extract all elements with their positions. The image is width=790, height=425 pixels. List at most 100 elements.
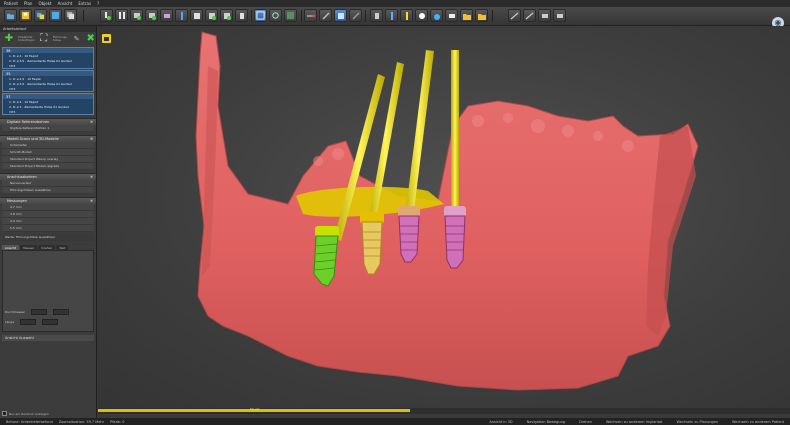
sound-icon[interactable] <box>385 9 398 22</box>
nerve-icon[interactable] <box>205 9 218 22</box>
plan-row[interactable]: Y.P.5 <box>3 86 93 91</box>
sleeve-tool-icon[interactable]: ⛶ <box>39 34 49 44</box>
zoom-icon[interactable] <box>319 9 332 22</box>
section-measurements[interactable]: Messungen ✖ <box>0 197 96 204</box>
status-switch-implant[interactable]: Wechseln zu anderem Implantat <box>606 420 663 424</box>
length-field-2[interactable] <box>42 319 59 325</box>
measure-icon[interactable] <box>370 9 383 22</box>
plan-row[interactable]: Y.P.5 <box>3 109 93 114</box>
menu-plan[interactable]: Plan <box>24 1 33 6</box>
diameter-field[interactable] <box>30 309 47 315</box>
copy-icon[interactable] <box>64 9 77 22</box>
menu-help[interactable]: ? <box>97 1 99 6</box>
list-item[interactable]: Nervenverlauf <box>2 180 94 187</box>
length-row: Länge <box>5 319 59 325</box>
pan-icon[interactable] <box>334 9 347 22</box>
bubble-icon[interactable] <box>415 9 428 22</box>
status-switch-plan[interactable]: Wechseln zu Planungen <box>677 420 718 424</box>
3d-viewport[interactable] <box>98 26 790 408</box>
plan-36[interactable]: 36 1. R: ø 4 · 10 Faqist 2. R: ø 3,5 · Z… <box>2 47 94 69</box>
pointer-icon[interactable] <box>304 9 317 22</box>
status-switch-patient[interactable]: Wechseln zu anderem Patient <box>732 420 784 424</box>
status-finding: Befund: Unterkieferbefund <box>6 419 53 424</box>
snapshot-icon[interactable] <box>400 9 413 22</box>
list-item[interactable]: Führungshülsen auswählen <box>2 187 94 194</box>
implant-pink-2[interactable] <box>444 206 466 269</box>
list-item[interactable]: Standard Project Waxup overlay <box>2 156 94 163</box>
list-item[interactable]: 5,5 mm <box>2 225 94 232</box>
menu-object[interactable]: Objekt <box>38 1 51 6</box>
sleeve-icon[interactable] <box>130 9 143 22</box>
bone-icon[interactable] <box>175 9 188 22</box>
section-models[interactable]: Modell-Scans und 3D-Modelle ✖ <box>0 135 96 142</box>
length-field[interactable] <box>20 319 37 325</box>
save-icon[interactable] <box>19 9 32 22</box>
plan-37[interactable]: 37 1. R: ø 4 · 10 Faqist 2. R: ø 3 · Zem… <box>2 93 94 115</box>
main-toolbar: ◉ <box>0 7 790 29</box>
edit-icon[interactable]: ✎ <box>72 34 82 44</box>
section-reference[interactable]: Digitale Referenzbohren ✖ <box>0 118 96 125</box>
bottom-options: Nur am Zentrum anzeigen <box>2 411 49 416</box>
status-navigation: Navigation Bewegung <box>526 419 566 424</box>
anchor-pin-icon[interactable] <box>145 9 158 22</box>
reload-icon[interactable] <box>34 9 47 22</box>
list-item[interactable]: Unterkiefer <box>2 142 94 149</box>
tool-row: ✚ Implantat hinzufügen ⛶ Führungs-hülse ✎… <box>4 33 96 44</box>
implant-list-icon[interactable] <box>115 9 128 22</box>
drop-icon[interactable] <box>430 9 443 22</box>
rotate-icon[interactable] <box>349 9 362 22</box>
diameter-row: Durchmesser <box>5 309 69 315</box>
implant-pink-1[interactable] <box>398 206 420 263</box>
add-icon[interactable]: ✚ <box>4 34 14 44</box>
guide-pin-4[interactable] <box>451 50 459 232</box>
menu-view[interactable]: Ansicht <box>58 1 73 6</box>
ruler-icon[interactable] <box>523 9 536 22</box>
status-paths: Pfade: 0 <box>110 419 125 424</box>
list-item[interactable]: Schnitt-Modell <box>2 149 94 156</box>
close-icon[interactable]: ✖ <box>90 199 93 203</box>
jaw-model-canvas[interactable] <box>98 26 790 408</box>
slice-icon[interactable] <box>220 9 233 22</box>
tooth-icon[interactable] <box>102 34 111 43</box>
plan-row[interactable]: Y.P.5 <box>3 63 93 68</box>
menu-extras[interactable]: Extras <box>78 1 91 6</box>
list-item[interactable]: 3,8 mm <box>2 211 94 218</box>
open-icon[interactable] <box>4 9 17 22</box>
close-icon[interactable]: ✖ <box>90 137 93 141</box>
workflow-panel: Arbeitsablauf ✚ Implantat hinzufügen ⛶ Fü… <box>0 26 97 418</box>
view-selection-header[interactable]: Ansicht Auswahl <box>2 335 94 341</box>
screenshot-icon[interactable] <box>49 9 62 22</box>
status-bar: Befund: Unterkieferbefund Zoomsituation:… <box>0 418 790 425</box>
status-rotate: Drehen <box>579 419 592 424</box>
property-box: Durchmesser Länge <box>2 250 94 332</box>
diameter-field-2[interactable] <box>52 309 69 315</box>
axis-icon[interactable] <box>284 9 297 22</box>
folder-icon[interactable] <box>460 9 473 22</box>
print-icon[interactable] <box>538 9 551 22</box>
slice-scrollbar[interactable]: 50 µm <box>98 407 790 414</box>
delete-icon[interactable]: ✖ <box>86 34 96 44</box>
guide-icon[interactable] <box>160 9 173 22</box>
list-item[interactable]: 4,7 mm <box>2 204 94 211</box>
view-icon[interactable] <box>254 9 267 22</box>
plan-35[interactable]: 35 1. R: ø 4,5 · 10 Faqist 2. R: ø 3,5 ·… <box>2 70 94 92</box>
fit-icon[interactable] <box>269 9 282 22</box>
list-item[interactable]: 4,4 mm <box>2 218 94 225</box>
list-item[interactable]: Digitale Referenzbohren 1 <box>2 125 94 132</box>
scan-icon[interactable] <box>508 9 521 22</box>
close-icon[interactable]: ✖ <box>90 175 93 179</box>
tag-icon[interactable] <box>445 9 458 22</box>
status-view: Ansicht in 3D <box>489 419 513 424</box>
menu-bar: Patient Plan Objekt Ansicht Extras ? <box>0 0 790 7</box>
export-icon[interactable] <box>553 9 566 22</box>
crown-icon[interactable] <box>190 9 203 22</box>
cut-icon[interactable] <box>235 9 248 22</box>
menu-patient[interactable]: Patient <box>4 1 18 6</box>
close-icon[interactable]: ✖ <box>90 120 93 124</box>
implant-add-icon[interactable] <box>100 9 113 22</box>
section-anchors[interactable]: Anschlussbohren ✖ <box>0 173 96 180</box>
center-checkbox[interactable] <box>2 411 7 416</box>
list-item[interactable]: Standard Project Modell upgrade <box>2 163 94 170</box>
scroll-label: 50 µm <box>250 407 260 411</box>
lock-icon[interactable] <box>475 9 488 22</box>
